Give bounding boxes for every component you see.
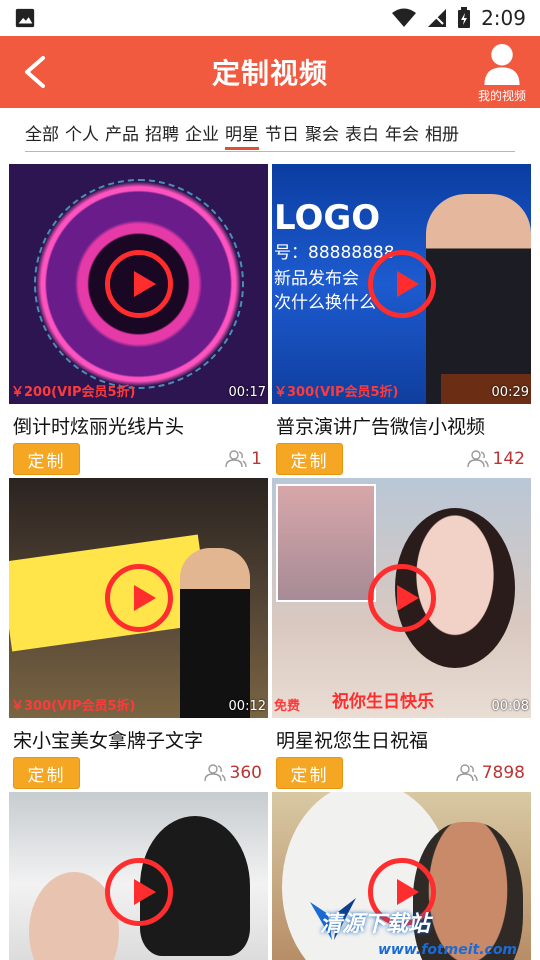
video-thumbnail[interactable] [9, 792, 268, 960]
play-icon[interactable] [367, 250, 436, 318]
play-icon[interactable] [367, 564, 436, 632]
customize-button[interactable]: 定制 [276, 443, 343, 475]
page-title: 定制视频 [211, 57, 328, 90]
thumb-caption: 祝你生日快乐 [332, 692, 434, 712]
my-video-button[interactable]: 我的视频 [470, 42, 534, 104]
tabs-divider [25, 151, 515, 152]
tab-personal[interactable]: 个人 [65, 114, 99, 151]
view-count: 142 [466, 449, 525, 469]
price-label: ￥300(VIP会员5折) [274, 385, 399, 400]
view-count-value: 1 [251, 449, 262, 469]
users-icon [203, 764, 226, 782]
tab-confession[interactable]: 表白 [345, 114, 379, 151]
duration-label: 00:12 [228, 699, 266, 714]
tab-celebrity[interactable]: 明星 [225, 114, 259, 151]
view-count-value: 142 [492, 449, 525, 469]
play-icon[interactable] [104, 250, 173, 318]
presenter-figure [180, 548, 250, 718]
customize-button[interactable]: 定制 [276, 757, 343, 789]
inset-photo [276, 484, 376, 602]
card-footer: 定制 1 [9, 443, 268, 479]
tab-product[interactable]: 产品 [105, 114, 139, 151]
video-thumbnail[interactable]: 祝你生日快乐 免费 00:08 [272, 478, 531, 718]
price-label: 免费 [274, 699, 301, 714]
watermark-url: www.fotmeit.com [378, 942, 518, 958]
video-thumbnail[interactable]: ￥200(VIP会员5折) 00:17 [9, 164, 268, 404]
status-time: 2:09 [481, 6, 526, 30]
signal-icon [428, 9, 447, 27]
my-video-label: 我的视频 [477, 89, 526, 103]
watermark-brand: 清源下载站 [320, 912, 431, 937]
card-footer: 定制 142 [272, 443, 531, 479]
tab-recruit[interactable]: 招聘 [145, 114, 179, 151]
customize-button[interactable]: 定制 [13, 757, 80, 789]
users-icon [225, 450, 247, 468]
duration-label: 00:17 [228, 385, 266, 400]
video-card[interactable] [9, 792, 268, 960]
video-card[interactable]: ￥300(VIP会员5折) 00:12 宋小宝美女拿牌子文字 定制 360 [9, 478, 268, 793]
price-label: ￥200(VIP会员5折) [11, 385, 136, 400]
battery-icon [458, 7, 471, 28]
thumb-text-line: 次什么换什么 [274, 293, 376, 313]
tab-festival[interactable]: 节日 [265, 114, 299, 151]
card-footer: 定制 7898 [272, 757, 531, 793]
video-thumbnail[interactable]: ￥300(VIP会员5折) 00:12 [9, 478, 268, 718]
status-bar: 2:09 [0, 0, 540, 36]
play-icon[interactable] [104, 858, 173, 926]
view-count: 1 [225, 449, 262, 469]
thumb-text-line: 号：88888888 [274, 243, 395, 263]
duration-label: 00:29 [491, 385, 529, 400]
user-icon [484, 43, 520, 85]
thumb-text-line: 新品发布会 [274, 269, 359, 289]
video-card[interactable]: 祝你生日快乐 免费 00:08 明星祝您生日祝福 定制 7898 [272, 478, 531, 793]
play-icon[interactable] [104, 564, 173, 632]
back-button[interactable] [12, 50, 56, 94]
video-card[interactable]: ￥200(VIP会员5折) 00:17 倒计时炫丽光线片头 定制 1 [9, 164, 268, 479]
tab-album[interactable]: 相册 [425, 114, 459, 151]
tab-party[interactable]: 聚会 [305, 114, 339, 151]
image-notification-icon [15, 8, 35, 28]
view-count-value: 7898 [481, 763, 525, 783]
video-title[interactable]: 宋小宝美女拿牌子文字 [9, 726, 268, 753]
tab-enterprise[interactable]: 企业 [185, 114, 219, 151]
chevron-left-icon [25, 56, 45, 88]
users-icon [456, 764, 478, 782]
view-count: 360 [203, 763, 262, 783]
tab-annual-meeting[interactable]: 年会 [385, 114, 419, 151]
video-card[interactable]: LOGO 号：88888888 新品发布会 次什么换什么 ￥300(VIP会员5… [272, 164, 531, 479]
card-footer: 定制 360 [9, 757, 268, 793]
price-label: ￥300(VIP会员5折) [11, 699, 136, 714]
video-title[interactable]: 明星祝您生日祝福 [272, 726, 531, 753]
wifi-icon [392, 8, 417, 27]
view-count-value: 360 [229, 763, 262, 783]
video-title[interactable]: 普京演讲广告微信小视频 [272, 412, 531, 439]
tab-all[interactable]: 全部 [25, 114, 59, 151]
category-tabs: 全部 个人 产品 招聘 企业 明星 节日 聚会 表白 年会 相册 [0, 108, 540, 156]
users-icon [466, 450, 489, 468]
view-count: 7898 [456, 763, 525, 783]
app-header: 定制视频 我的视频 [0, 36, 540, 108]
video-thumbnail[interactable]: LOGO 号：88888888 新品发布会 次什么换什么 ￥300(VIP会员5… [272, 164, 531, 404]
speaker-figure [426, 194, 531, 404]
thumb-logo-text: LOGO [274, 198, 381, 238]
duration-label: 00:08 [491, 699, 529, 714]
video-title[interactable]: 倒计时炫丽光线片头 [9, 412, 268, 439]
customize-button[interactable]: 定制 [13, 443, 80, 475]
